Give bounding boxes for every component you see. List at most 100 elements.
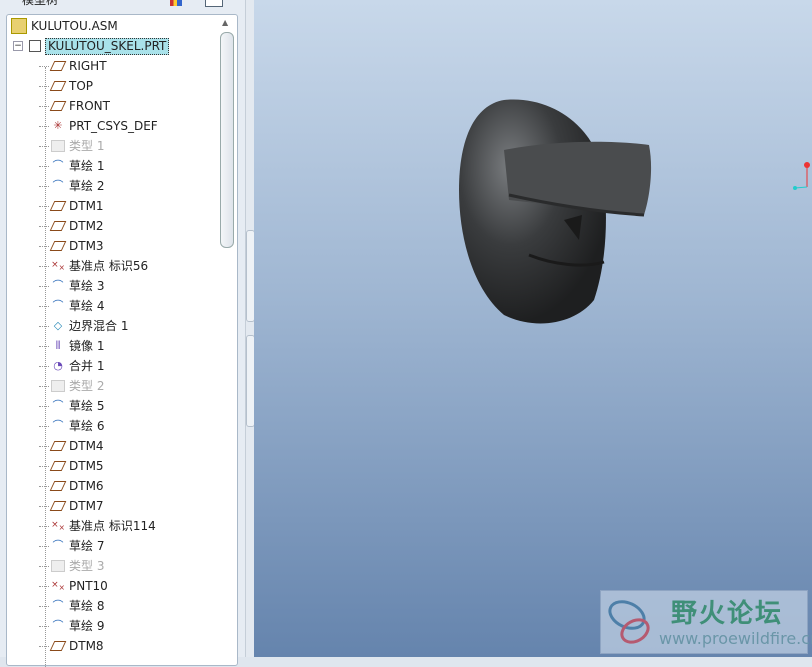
tree-item[interactable]: ◇ 边界混合 1 — [39, 316, 128, 336]
watermark-name: 野火论坛 — [671, 599, 784, 629]
3d-viewport[interactable] — [254, 0, 812, 657]
tree-item-label: DTM7 — [69, 499, 104, 513]
tree-item[interactable]: ✳ PRT_CSYS_DEF — [39, 116, 158, 136]
scroll-up-icon[interactable]: ▲ — [222, 18, 228, 27]
tree-item[interactable]: DTM4 — [39, 436, 104, 456]
tree-item-label: 草绘 7 — [69, 539, 105, 553]
model-tree-panel: 模型树 KULUTOU.ASM − KULUTOU_SKEL.PRT RIGHT TOP… — [0, 0, 245, 667]
tree-item[interactable]: ⌒ 草绘 5 — [39, 396, 104, 416]
tree-item-label: 类型 1 — [69, 139, 105, 153]
tree-item-label: DTM4 — [69, 439, 104, 453]
assembly-icon — [11, 18, 27, 34]
tree-item-label: DTM8 — [69, 639, 104, 653]
skull-model — [459, 99, 810, 324]
suppressed-icon — [51, 139, 65, 153]
tree-item[interactable]: ⌒ 草绘 2 — [39, 176, 104, 196]
tree-item-label: DTM6 — [69, 479, 104, 493]
tree-item-root[interactable]: KULUTOU.ASM — [11, 16, 118, 36]
tree-item[interactable]: DTM5 — [39, 456, 104, 476]
model-tree[interactable]: KULUTOU.ASM − KULUTOU_SKEL.PRT RIGHT TOP FRON… — [6, 14, 238, 667]
tree-item[interactable]: ⌒ 草绘 6 — [39, 416, 104, 436]
tree-item-label: 草绘 4 — [69, 299, 105, 313]
datum-plane-icon — [49, 199, 67, 213]
suppressed-icon — [51, 559, 65, 573]
datum-plane-icon — [49, 499, 67, 513]
tree-item[interactable]: 类型 1 — [39, 136, 104, 156]
tree-item[interactable]: ◔ 合并 1 — [39, 356, 104, 376]
tree-part-label[interactable]: KULUTOU_SKEL.PRT — [45, 37, 170, 55]
tree-item-label: DTM5 — [69, 459, 104, 473]
tree-item[interactable]: FRONT — [39, 96, 110, 116]
watermark-url: www.proewildfire.cn — [659, 629, 812, 648]
tree-item[interactable]: ×× 基准点 标识56 — [39, 256, 148, 276]
datum-plane-icon — [49, 239, 67, 253]
tree-item[interactable]: ⌒ 草绘 3 — [39, 276, 104, 296]
tree-item[interactable]: ⌒ 草绘 1 — [39, 156, 104, 176]
show-icon[interactable] — [205, 0, 223, 7]
tree-item-label: 合并 1 — [69, 359, 105, 373]
tree-item-label: 草绘 6 — [69, 419, 105, 433]
mirror-icon: ⫴ — [55, 339, 61, 352]
tree-item-label: 草绘 2 — [69, 179, 105, 193]
tree-item[interactable]: ⌒ 草绘 9 — [39, 616, 104, 636]
watermark-logo: 野火论坛 www.proewildfire.cn — [600, 590, 812, 654]
sketch-icon: ⌒ — [52, 299, 64, 312]
datum-plane-icon — [49, 639, 67, 653]
datum-plane-icon — [49, 79, 67, 93]
part-icon — [29, 40, 41, 52]
tree-item-label: 基准点 标识114 — [69, 519, 156, 533]
tree-item-label: 类型 2 — [69, 379, 105, 393]
datum-plane-icon — [49, 439, 67, 453]
collapse-icon[interactable]: − — [13, 41, 23, 51]
tree-root-label[interactable]: KULUTOU.ASM — [31, 16, 118, 36]
suppressed-icon — [51, 379, 65, 393]
settings-icon[interactable] — [170, 0, 182, 6]
tree-item[interactable]: ⫴ 镜像 1 — [39, 336, 104, 356]
sketch-icon: ⌒ — [52, 599, 64, 612]
tree-item[interactable]: ⌒ 草绘 8 — [39, 596, 104, 616]
tree-item[interactable]: ⌒ 草绘 7 — [39, 536, 104, 556]
merge-icon: ◔ — [53, 359, 63, 372]
sketch-icon: ⌒ — [52, 619, 64, 632]
tree-item[interactable]: ×× PNT10 — [39, 576, 108, 596]
datum-plane-icon — [49, 99, 67, 113]
datum-plane-icon — [49, 459, 67, 473]
tree-item-label: 边界混合 1 — [69, 319, 129, 333]
tree-item[interactable]: DTM8 — [39, 636, 104, 656]
sketch-icon: ⌒ — [52, 419, 64, 432]
tree-item-label: PNT10 — [69, 579, 108, 593]
tree-item-label: 镜像 1 — [69, 339, 105, 353]
tree-item-label: 草绘 1 — [69, 159, 105, 173]
tree-item[interactable]: DTM7 — [39, 496, 104, 516]
tree-item-label: 草绘 9 — [69, 619, 105, 633]
tree-item[interactable]: ×× 基准点 标识114 — [39, 516, 156, 536]
datum-point-icon: ×× — [51, 579, 65, 592]
tree-item-label: RIGHT — [69, 59, 107, 73]
tree-item[interactable]: DTM3 — [39, 236, 104, 256]
tree-item[interactable]: RIGHT — [39, 56, 107, 76]
boundary-blend-icon: ◇ — [53, 319, 63, 332]
sketch-icon: ⌒ — [52, 179, 64, 192]
tree-item-label: PRT_CSYS_DEF — [69, 119, 158, 133]
tree-item[interactable]: DTM6 — [39, 476, 104, 496]
butterfly-logo-icon — [608, 600, 650, 644]
sketch-icon: ⌒ — [52, 279, 64, 292]
tree-item-part[interactable]: − KULUTOU_SKEL.PRT — [13, 36, 170, 56]
csys-icon: ✳ — [53, 119, 63, 132]
tree-item[interactable]: ⌒ 草绘 4 — [39, 296, 104, 316]
tree-item[interactable]: 类型 2 — [39, 376, 104, 396]
datum-point-icon: ×× — [51, 259, 65, 272]
scrollbar-thumb[interactable] — [220, 32, 234, 248]
datum-plane-icon — [49, 59, 67, 73]
sketch-icon: ⌒ — [52, 399, 64, 412]
datum-plane-icon — [49, 479, 67, 493]
tree-item-label: 类型 3 — [69, 559, 105, 573]
sketch-icon: ⌒ — [52, 539, 64, 552]
tree-item[interactable]: TOP — [39, 76, 93, 96]
tree-item[interactable]: DTM1 — [39, 196, 104, 216]
tree-item[interactable]: 类型 3 — [39, 556, 104, 576]
tree-item-label: 草绘 8 — [69, 599, 105, 613]
tree-item[interactable]: DTM2 — [39, 216, 104, 236]
tree-item-label: 草绘 3 — [69, 279, 105, 293]
csys-triad-icon — [793, 162, 810, 190]
